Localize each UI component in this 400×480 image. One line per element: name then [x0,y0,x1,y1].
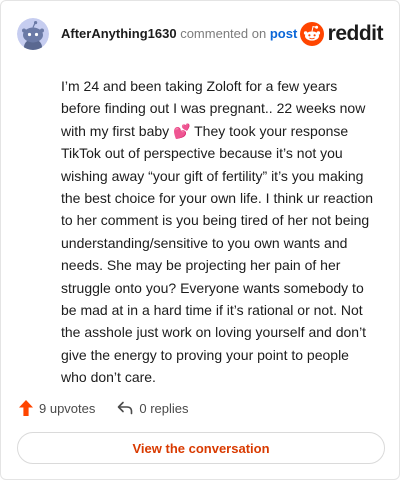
snoo-avatar-icon [17,18,49,50]
reply-button[interactable]: 0 replies [117,400,189,416]
comment-header: AfterAnything1630 commented on post redd… [17,18,385,50]
action-text: commented on [180,26,267,41]
avatar[interactable] [17,18,49,50]
reddit-wordmark: reddit [327,22,384,45]
reddit-logo[interactable]: reddit [299,21,384,47]
reply-count: 0 replies [139,400,189,416]
comment-actions: 9 upvotes 0 replies [19,398,189,418]
post-link[interactable]: post [270,26,297,41]
upvote-button[interactable]: 9 upvotes [19,400,95,416]
view-conversation-button[interactable]: View the conversation [17,432,385,464]
username[interactable]: AfterAnything1630 [61,26,177,41]
comment-body: I’m 24 and been taking Zoloft for a few … [61,75,377,389]
comment-body-part-2: They took your response TikTok out of pe… [61,122,374,386]
upvote-count: 9 upvotes [39,400,96,416]
reddit-logo-icon [299,22,324,46]
reply-arrow-icon [118,401,133,415]
upvote-arrow-icon [19,400,33,416]
two-hearts-emoji: 💕 [173,122,191,139]
comment-meta: AfterAnything1630 commented on post [61,26,297,42]
comment-card: AfterAnything1630 commented on post redd… [0,0,400,480]
